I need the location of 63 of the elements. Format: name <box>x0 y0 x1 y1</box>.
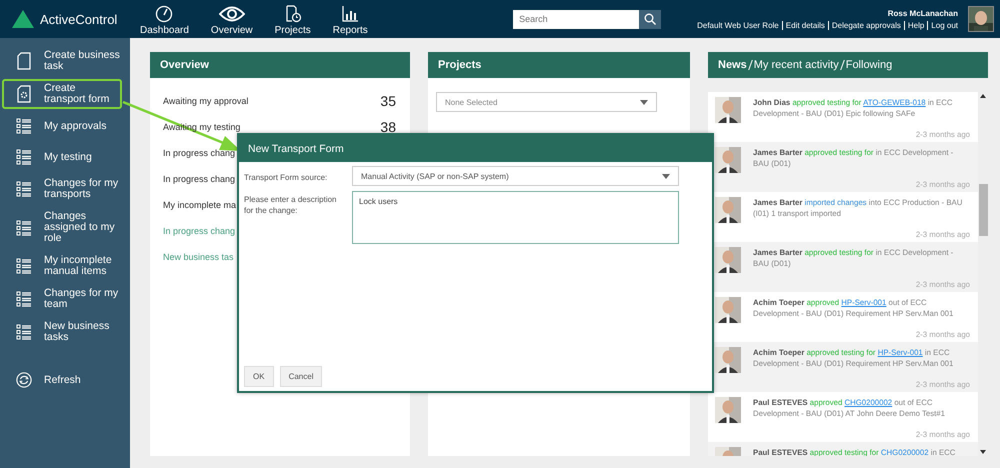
nav-tab[interactable]: Projects <box>274 2 311 36</box>
overview-label: In progress chang <box>163 174 236 184</box>
news-tab[interactable]: My recent activity <box>754 59 839 71</box>
refresh-icon <box>16 371 32 390</box>
news-tab[interactable]: News <box>718 59 747 71</box>
gauge-icon <box>155 4 174 22</box>
scroll-down-icon <box>980 450 986 454</box>
user-name: Ross McLanachan <box>888 8 958 18</box>
search-field[interactable]: Search <box>513 10 640 28</box>
header-link[interactable]: Log out <box>931 20 958 30</box>
description-field[interactable]: Lock users <box>352 191 679 244</box>
source-dropdown[interactable]: Manual Activity (SAP or non-SAP system) <box>352 166 679 186</box>
sidebar-item[interactable]: My incomplete manual items <box>2 251 128 282</box>
nav-tab[interactable]: Dashboard <box>140 2 189 36</box>
checklist-icon <box>16 291 32 308</box>
header-link[interactable]: Edit details <box>786 20 825 30</box>
dialog-button[interactable]: Cancel <box>280 366 322 387</box>
overview-label: In progress chang <box>163 148 236 158</box>
overview-count: 38 <box>380 119 396 135</box>
header-link[interactable]: Delegate approvals <box>832 20 901 30</box>
checklist-icon <box>16 220 32 236</box>
project-filter-dropdown[interactable]: None Selected <box>436 92 657 112</box>
checklist-icon <box>16 149 32 166</box>
overview-label: My incomplete ma <box>163 200 236 210</box>
panel-title: Overview <box>150 52 410 78</box>
document-icon <box>16 52 32 70</box>
eye-icon <box>218 4 245 22</box>
sidebar-item[interactable]: Create transport form <box>2 79 122 110</box>
header-link[interactable]: Help <box>908 20 924 30</box>
bar-chart-icon <box>341 4 360 22</box>
refresh-button[interactable]: Refresh <box>2 366 128 394</box>
scroll-up-icon <box>980 94 986 98</box>
search-icon <box>644 13 656 25</box>
sidebar-item[interactable]: My testing <box>2 143 128 172</box>
document-gear-icon <box>16 85 32 104</box>
scrollbar-thumb[interactable] <box>978 184 988 236</box>
checklist-icon <box>16 324 32 340</box>
checklist-icon <box>16 118 32 134</box>
sidebar-item[interactable]: Changes for my transports <box>2 174 128 204</box>
checklist-icon <box>16 258 32 274</box>
sidebar-item[interactable]: Changes for my team <box>2 284 128 314</box>
sidebar-item[interactable]: My approvals <box>2 112 128 140</box>
nav-tab[interactable]: Overview <box>210 2 253 36</box>
field-label: Transport Form source: <box>244 172 328 184</box>
search-button[interactable] <box>639 10 662 28</box>
document-clock-icon <box>284 4 302 22</box>
logo-text: ActiveControl <box>40 12 118 26</box>
header-link[interactable]: Default Web User Role <box>697 20 779 30</box>
dialog-title: New Transport Form <box>239 135 712 162</box>
news-tab[interactable]: Following <box>846 59 892 71</box>
sidebar-item[interactable]: New business tasks <box>2 317 128 348</box>
caret-icon <box>662 174 670 178</box>
overview-label: Awaiting my approval <box>163 96 248 106</box>
sidebar-item[interactable]: Create business task <box>2 46 128 76</box>
dialog-button[interactable]: OK <box>244 366 274 387</box>
nav-tab[interactable]: Reports <box>332 2 368 36</box>
checklist-icon <box>16 181 32 198</box>
panel-title: Projects <box>428 52 690 78</box>
overview-count: 35 <box>380 93 396 109</box>
sidebar-item[interactable]: Changes assigned to my role <box>2 207 128 248</box>
caret-icon <box>640 100 648 104</box>
logo-icon <box>12 10 34 28</box>
field-label: Please enter a description for the change: <box>244 194 338 216</box>
